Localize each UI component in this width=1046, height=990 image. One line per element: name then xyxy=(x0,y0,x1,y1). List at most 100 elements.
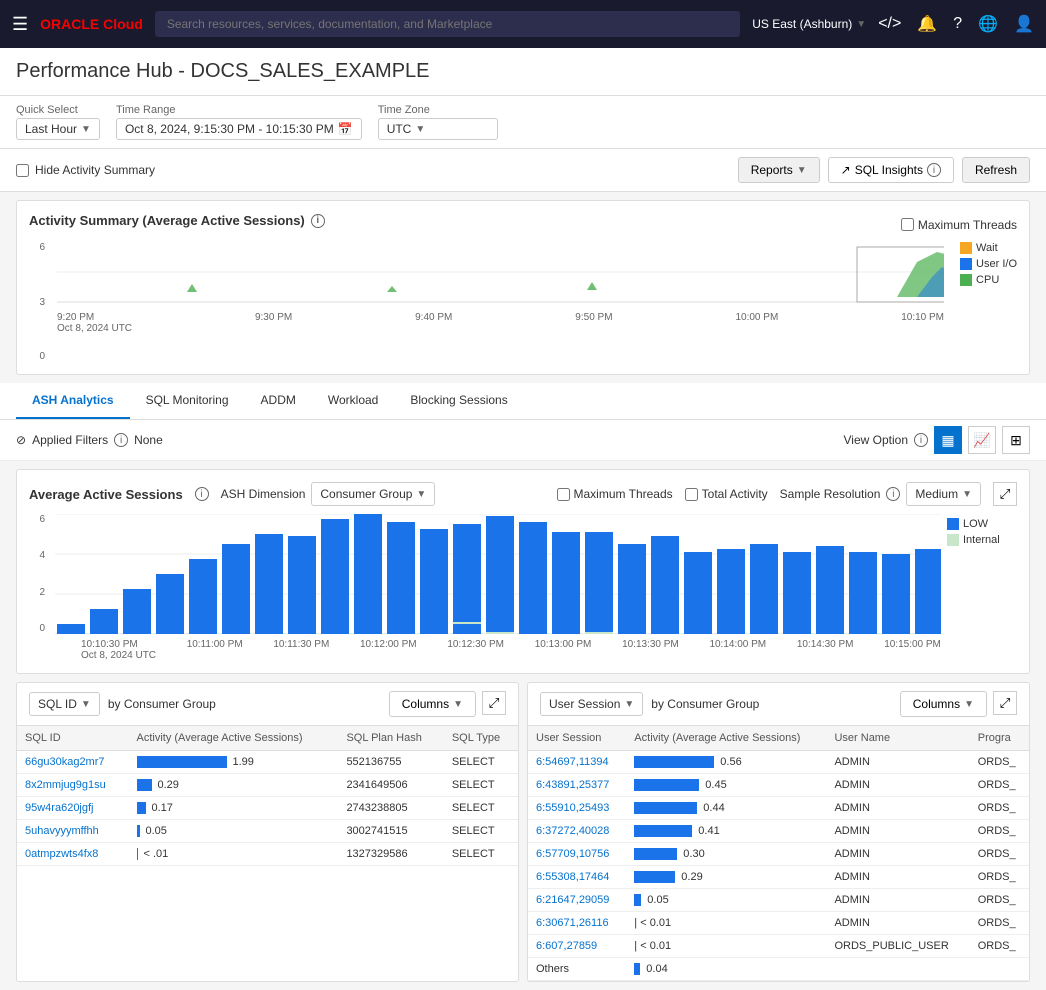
info-icon[interactable]: i xyxy=(114,433,128,447)
sql-type-cell: SELECT xyxy=(444,820,518,843)
activity-cell: | < 0.01 xyxy=(626,935,826,958)
user-session-link[interactable]: 6:55308,17464 xyxy=(536,871,609,883)
info-icon[interactable]: i xyxy=(927,163,941,177)
activity-cell: 0.30 xyxy=(626,843,826,866)
user-session-link[interactable]: 6:54697,11394 xyxy=(536,756,609,768)
aas-legend: LOW Internal xyxy=(947,514,1017,661)
reports-button[interactable]: Reports ▼ xyxy=(738,157,820,183)
user-session-link[interactable]: 6:43891,25377 xyxy=(536,779,609,791)
sql-id-link[interactable]: 0atmpzwts4fx8 xyxy=(25,848,98,860)
user-icon[interactable]: 👤 xyxy=(1014,14,1034,34)
plan-hash-cell: 2341649506 xyxy=(338,774,443,797)
y-axis: 6 3 0 xyxy=(29,242,49,362)
col-sql-type: SQL Type xyxy=(444,726,518,751)
activity-cell: 0.29 xyxy=(626,866,826,889)
grid-view-button[interactable]: ⊞ xyxy=(1002,426,1030,454)
time-zone-label: Time Zone xyxy=(378,104,498,116)
sql-id-link[interactable]: 66gu30kag2mr7 xyxy=(25,756,105,768)
user-session-link[interactable]: 6:30671,26116 xyxy=(536,917,609,929)
user-session-id-cell: 6:21647,29059 xyxy=(528,889,626,912)
sql-insights-button[interactable]: ↗ SQL Insights i xyxy=(828,157,954,183)
legend-user-io: User I/O xyxy=(960,258,1017,270)
refresh-button[interactable]: Refresh xyxy=(962,157,1030,183)
tab-workload[interactable]: Workload xyxy=(312,383,394,419)
ash-dimension-dropdown[interactable]: Consumer Group ▼ xyxy=(311,482,435,506)
user-session-button[interactable]: User Session ▼ xyxy=(540,692,643,716)
user-session-link[interactable]: 6:21647,29059 xyxy=(536,894,609,906)
program-cell: ORDS_ xyxy=(970,820,1029,843)
max-threads-toggle[interactable] xyxy=(901,218,914,231)
action-bar: Hide Activity Summary Reports ▼ ↗ SQL In… xyxy=(0,149,1046,192)
sql-id-link[interactable]: 5uhavyyymffhh xyxy=(25,825,99,837)
user-session-id-cell: 6:37272,40028 xyxy=(528,820,626,843)
max-threads-checkbox-input[interactable] xyxy=(557,488,570,501)
line-chart-view-button[interactable]: 📈 xyxy=(968,426,996,454)
bell-icon[interactable]: 🔔 xyxy=(917,14,937,34)
code-icon[interactable]: </> xyxy=(878,15,901,33)
table-row: 6:57709,10756 0.30 ADMIN ORDS_ xyxy=(528,843,1029,866)
help-icon[interactable]: ? xyxy=(953,15,962,33)
activity-cell: 0.29 xyxy=(129,774,339,797)
hide-activity-checkbox[interactable]: Hide Activity Summary xyxy=(16,163,155,177)
chevron-down-icon: ▼ xyxy=(453,699,463,710)
sql-id-button[interactable]: SQL ID ▼ xyxy=(29,692,100,716)
user-session-link[interactable]: 6:607,27859 xyxy=(536,940,597,952)
tab-ash-analytics[interactable]: ASH Analytics xyxy=(16,383,130,419)
hamburger-icon[interactable]: ☰ xyxy=(12,14,28,35)
bar-chart-view-button[interactable]: ▦ xyxy=(934,426,962,454)
tab-sql-monitoring[interactable]: SQL Monitoring xyxy=(130,383,245,419)
total-activity-checkbox-input[interactable] xyxy=(685,488,698,501)
sql-type-cell: SELECT xyxy=(444,751,518,774)
activity-cell: 0.41 xyxy=(626,820,826,843)
sql-data-table: SQL ID Activity (Average Active Sessions… xyxy=(17,726,518,866)
max-threads-option[interactable]: Maximum Threads xyxy=(557,487,673,501)
table-row: 95w4ra620jgfj 0.17 2743238805 SELECT xyxy=(17,797,518,820)
globe-icon[interactable]: 🌐 xyxy=(978,14,998,34)
total-activity-option[interactable]: Total Activity xyxy=(685,487,768,501)
table-row: 6:55910,25493 0.44 ADMIN ORDS_ xyxy=(528,797,1029,820)
user-session-link[interactable]: 6:55910,25493 xyxy=(536,802,609,814)
sql-id-cell: 5uhavyyymffhh xyxy=(17,820,129,843)
user-session-id-cell: 6:607,27859 xyxy=(528,935,626,958)
applied-filters: ⊘ Applied Filters i None xyxy=(16,433,163,447)
cpu-color xyxy=(960,274,972,286)
user-session-id-cell: 6:55910,25493 xyxy=(528,797,626,820)
program-cell: ORDS_ xyxy=(970,797,1029,820)
time-zone-dropdown[interactable]: UTC ▼ xyxy=(378,118,498,140)
quick-select-dropdown[interactable]: Last Hour ▼ xyxy=(16,118,100,140)
page-title: Performance Hub - DOCS_SALES_EXAMPLE xyxy=(16,60,1030,83)
activity-bar: 0.56 xyxy=(634,756,818,768)
user-session-expand-button[interactable]: ⤢ xyxy=(993,691,1017,715)
user-session-link[interactable]: 6:57709,10756 xyxy=(536,848,609,860)
activity-cell: 0.44 xyxy=(626,797,826,820)
user-io-color xyxy=(960,258,972,270)
sql-id-link[interactable]: 8x2mmjug9g1su xyxy=(25,779,106,791)
expand-button[interactable]: ⤢ xyxy=(993,482,1017,506)
low-color xyxy=(947,518,959,530)
plan-hash-cell: 1327329586 xyxy=(338,843,443,866)
activity-bar: 0.29 xyxy=(137,779,331,791)
tab-blocking-sessions[interactable]: Blocking Sessions xyxy=(394,383,523,419)
activity-bar: 0.17 xyxy=(137,802,331,814)
sql-table-actions: Columns ▼ ⤢ xyxy=(389,691,506,717)
activity-bar: 0.29 xyxy=(634,871,818,883)
sql-id-link[interactable]: 95w4ra620jgfj xyxy=(25,802,94,814)
max-threads-checkbox[interactable]: Maximum Threads xyxy=(901,218,1017,232)
chevron-down-icon: ▼ xyxy=(81,699,91,710)
info-icon[interactable]: i xyxy=(914,433,928,447)
info-icon[interactable]: i xyxy=(886,487,900,501)
info-icon[interactable]: i xyxy=(311,214,325,228)
user-session-link[interactable]: 6:37272,40028 xyxy=(536,825,609,837)
col-user-session: User Session xyxy=(528,726,626,751)
tab-addm[interactable]: ADDM xyxy=(245,383,312,419)
sample-resolution-dropdown[interactable]: Medium ▼ xyxy=(906,482,981,506)
sql-columns-button[interactable]: Columns ▼ xyxy=(389,691,476,717)
hide-activity-toggle[interactable] xyxy=(16,164,29,177)
user-session-columns-button[interactable]: Columns ▼ xyxy=(900,691,987,717)
info-icon[interactable]: i xyxy=(195,487,209,501)
time-range-input[interactable]: Oct 8, 2024, 9:15:30 PM - 10:15:30 PM 📅 xyxy=(116,118,362,140)
aas-title: Average Active Sessions xyxy=(29,487,183,502)
sql-expand-button[interactable]: ⤢ xyxy=(482,691,506,715)
search-input[interactable] xyxy=(155,11,740,37)
region-selector[interactable]: US East (Ashburn) ▼ xyxy=(752,17,866,31)
